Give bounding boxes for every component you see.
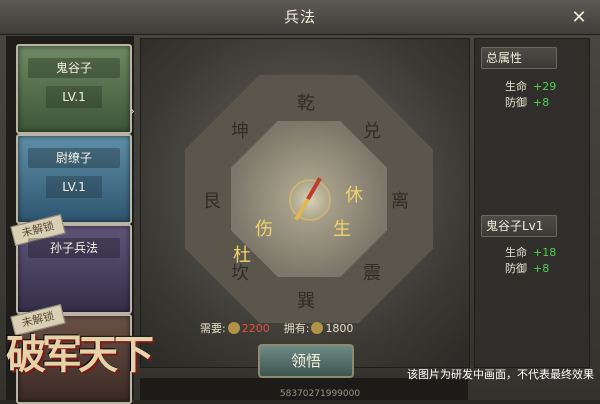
skill-attributes-title: 鬼谷子Lv1	[481, 215, 557, 237]
title-bar: 兵法 ✕	[0, 0, 600, 35]
attribute-label: 防御	[505, 96, 527, 109]
attribute-value: +8	[533, 96, 550, 109]
need-value: 2200	[241, 322, 270, 335]
compass-panel: 乾 兑 离 震 巽 坎 艮 坤 休 生 伤 杜	[140, 38, 470, 368]
bagua-glyph: 兑	[363, 121, 381, 142]
need-label: 需要:	[200, 322, 226, 335]
gold-glyph: 伤	[255, 219, 273, 240]
attribute-row: 生命 +29	[505, 79, 585, 95]
have-label: 拥有:	[283, 322, 310, 335]
bagua-glyph: 艮	[203, 191, 221, 212]
strategy-name: 鬼谷子	[28, 58, 120, 78]
strategy-level: LV.1	[46, 176, 102, 198]
strategy-level: LV.1	[46, 86, 102, 108]
strategy-name: 尉缭子	[28, 148, 120, 168]
bottom-number: 58370271999000	[279, 389, 361, 399]
attribute-value: +8	[533, 262, 550, 275]
window-title: 兵法	[283, 8, 316, 26]
strategy-window: 兵法 ✕ 鬼谷子 LV.1 › 尉缭子 LV.1 未解锁 孙子兵法 未解锁 乾 …	[0, 0, 600, 404]
bagua-glyph: 震	[363, 263, 381, 284]
learn-button[interactable]: 领悟	[258, 344, 354, 378]
dev-notice: 该图片为研发中画面，不代表最终效果	[407, 368, 594, 381]
strategy-card-weiliaozi[interactable]: 尉缭子 LV.1	[16, 134, 132, 224]
have-value: 1800	[325, 322, 354, 335]
cost-line: 需要: 2200 拥有: 1800	[200, 320, 400, 338]
bagua-glyph: 坤	[231, 121, 249, 142]
bagua-glyph: 乾	[297, 93, 315, 114]
gold-glyph: 杜	[233, 245, 251, 266]
attribute-row: 生命 +18	[505, 245, 585, 261]
attribute-panel: 总属性 生命 +29 防御 +8 鬼谷子Lv1 生命 +18 防御 +8	[474, 38, 590, 368]
strategy-card-sunzi[interactable]: 未解锁 孙子兵法	[10, 214, 132, 314]
selected-arrow-icon: ›	[130, 104, 135, 118]
gold-glyph: 休	[345, 185, 363, 206]
attribute-label: 生命	[505, 246, 527, 259]
attribute-row: 防御 +8	[505, 261, 585, 277]
game-logo: 破军天下	[6, 331, 154, 378]
attribute-label: 防御	[505, 262, 527, 275]
gold-glyph: 生	[333, 219, 351, 240]
attribute-value: +29	[533, 80, 557, 93]
attribute-value: +18	[533, 246, 557, 259]
attribute-label: 生命	[505, 80, 527, 93]
bagua-glyph: 离	[391, 191, 409, 212]
attribute-row: 防御 +8	[505, 95, 585, 111]
close-icon[interactable]: ✕	[570, 9, 588, 27]
total-attributes-title: 总属性	[481, 47, 557, 69]
coin-icon	[311, 322, 324, 334]
coin-icon	[227, 322, 240, 334]
strategy-card-guiguzi[interactable]: 鬼谷子 LV.1	[16, 44, 132, 134]
bagua-glyph: 巽	[297, 291, 315, 312]
strategy-name: 孙子兵法	[28, 238, 120, 258]
